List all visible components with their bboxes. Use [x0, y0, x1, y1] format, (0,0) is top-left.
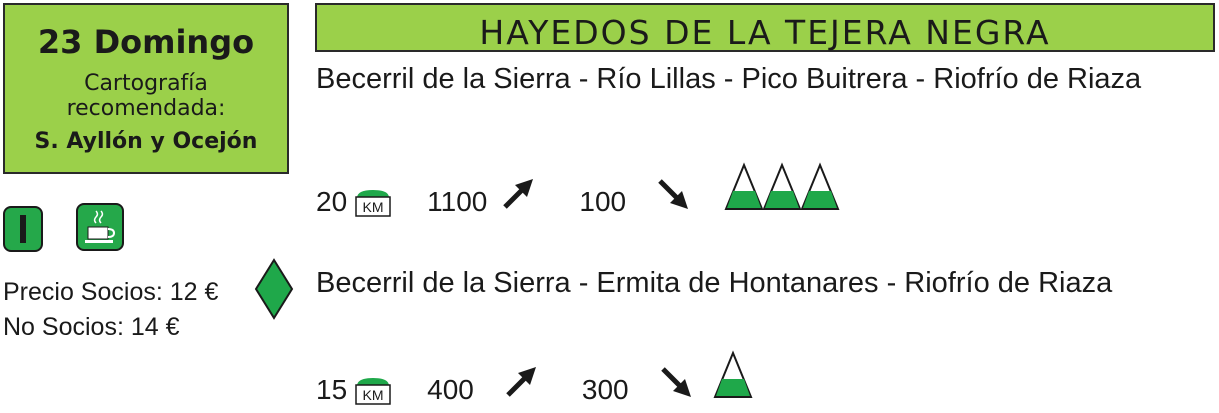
km-label: KM [363, 199, 384, 215]
event-title: HAYEDOS DE LA TEJERA NEGRA [479, 13, 1051, 52]
date-box: 23 Domingo Cartografía recomendada: S. A… [3, 3, 289, 174]
map-name: S. Ayllón y Ocejón [34, 129, 258, 154]
route-2-descent: 300 [581, 374, 629, 405]
route-2-distance: 15 [316, 374, 348, 405]
descent-arrow-icon [656, 177, 690, 218]
difficulty-3-mountains-icon [724, 161, 842, 218]
difficulty-1-mountain-icon [713, 349, 755, 406]
descent-arrow-icon [659, 365, 693, 406]
km-label: KM [363, 387, 384, 403]
km-icon: KM [353, 376, 393, 406]
cartography-label: Cartografía recomendada: [66, 71, 226, 121]
route-1-stats: 20 KM 1100 100 [316, 162, 842, 218]
green-diamond-icon [254, 258, 294, 324]
route-2-stats: 15 KM 400 300 [316, 350, 755, 406]
route-1-distance: 20 [316, 186, 348, 217]
ascent-arrow-icon [504, 365, 538, 406]
level-i-icon [3, 206, 43, 252]
route-2-ascent: 400 [427, 374, 474, 405]
non-member-price: No Socios: 14 € [3, 313, 180, 341]
route-1-name: Becerril de la Sierra - Río Lillas - Pic… [316, 63, 1142, 95]
route-1-descent: 100 [579, 186, 627, 217]
coffee-cup-icon [76, 203, 124, 251]
route-2-name: Becerril de la Sierra - Ermita de Hontan… [316, 267, 1113, 299]
event-day: 23 Domingo [37, 23, 255, 61]
route-1-ascent: 1100 [427, 186, 488, 217]
ascent-arrow-icon [501, 177, 535, 218]
title-banner: HAYEDOS DE LA TEJERA NEGRA [315, 3, 1215, 52]
km-icon: KM [353, 188, 393, 218]
member-price: Precio Socios: 12 € [3, 278, 219, 306]
